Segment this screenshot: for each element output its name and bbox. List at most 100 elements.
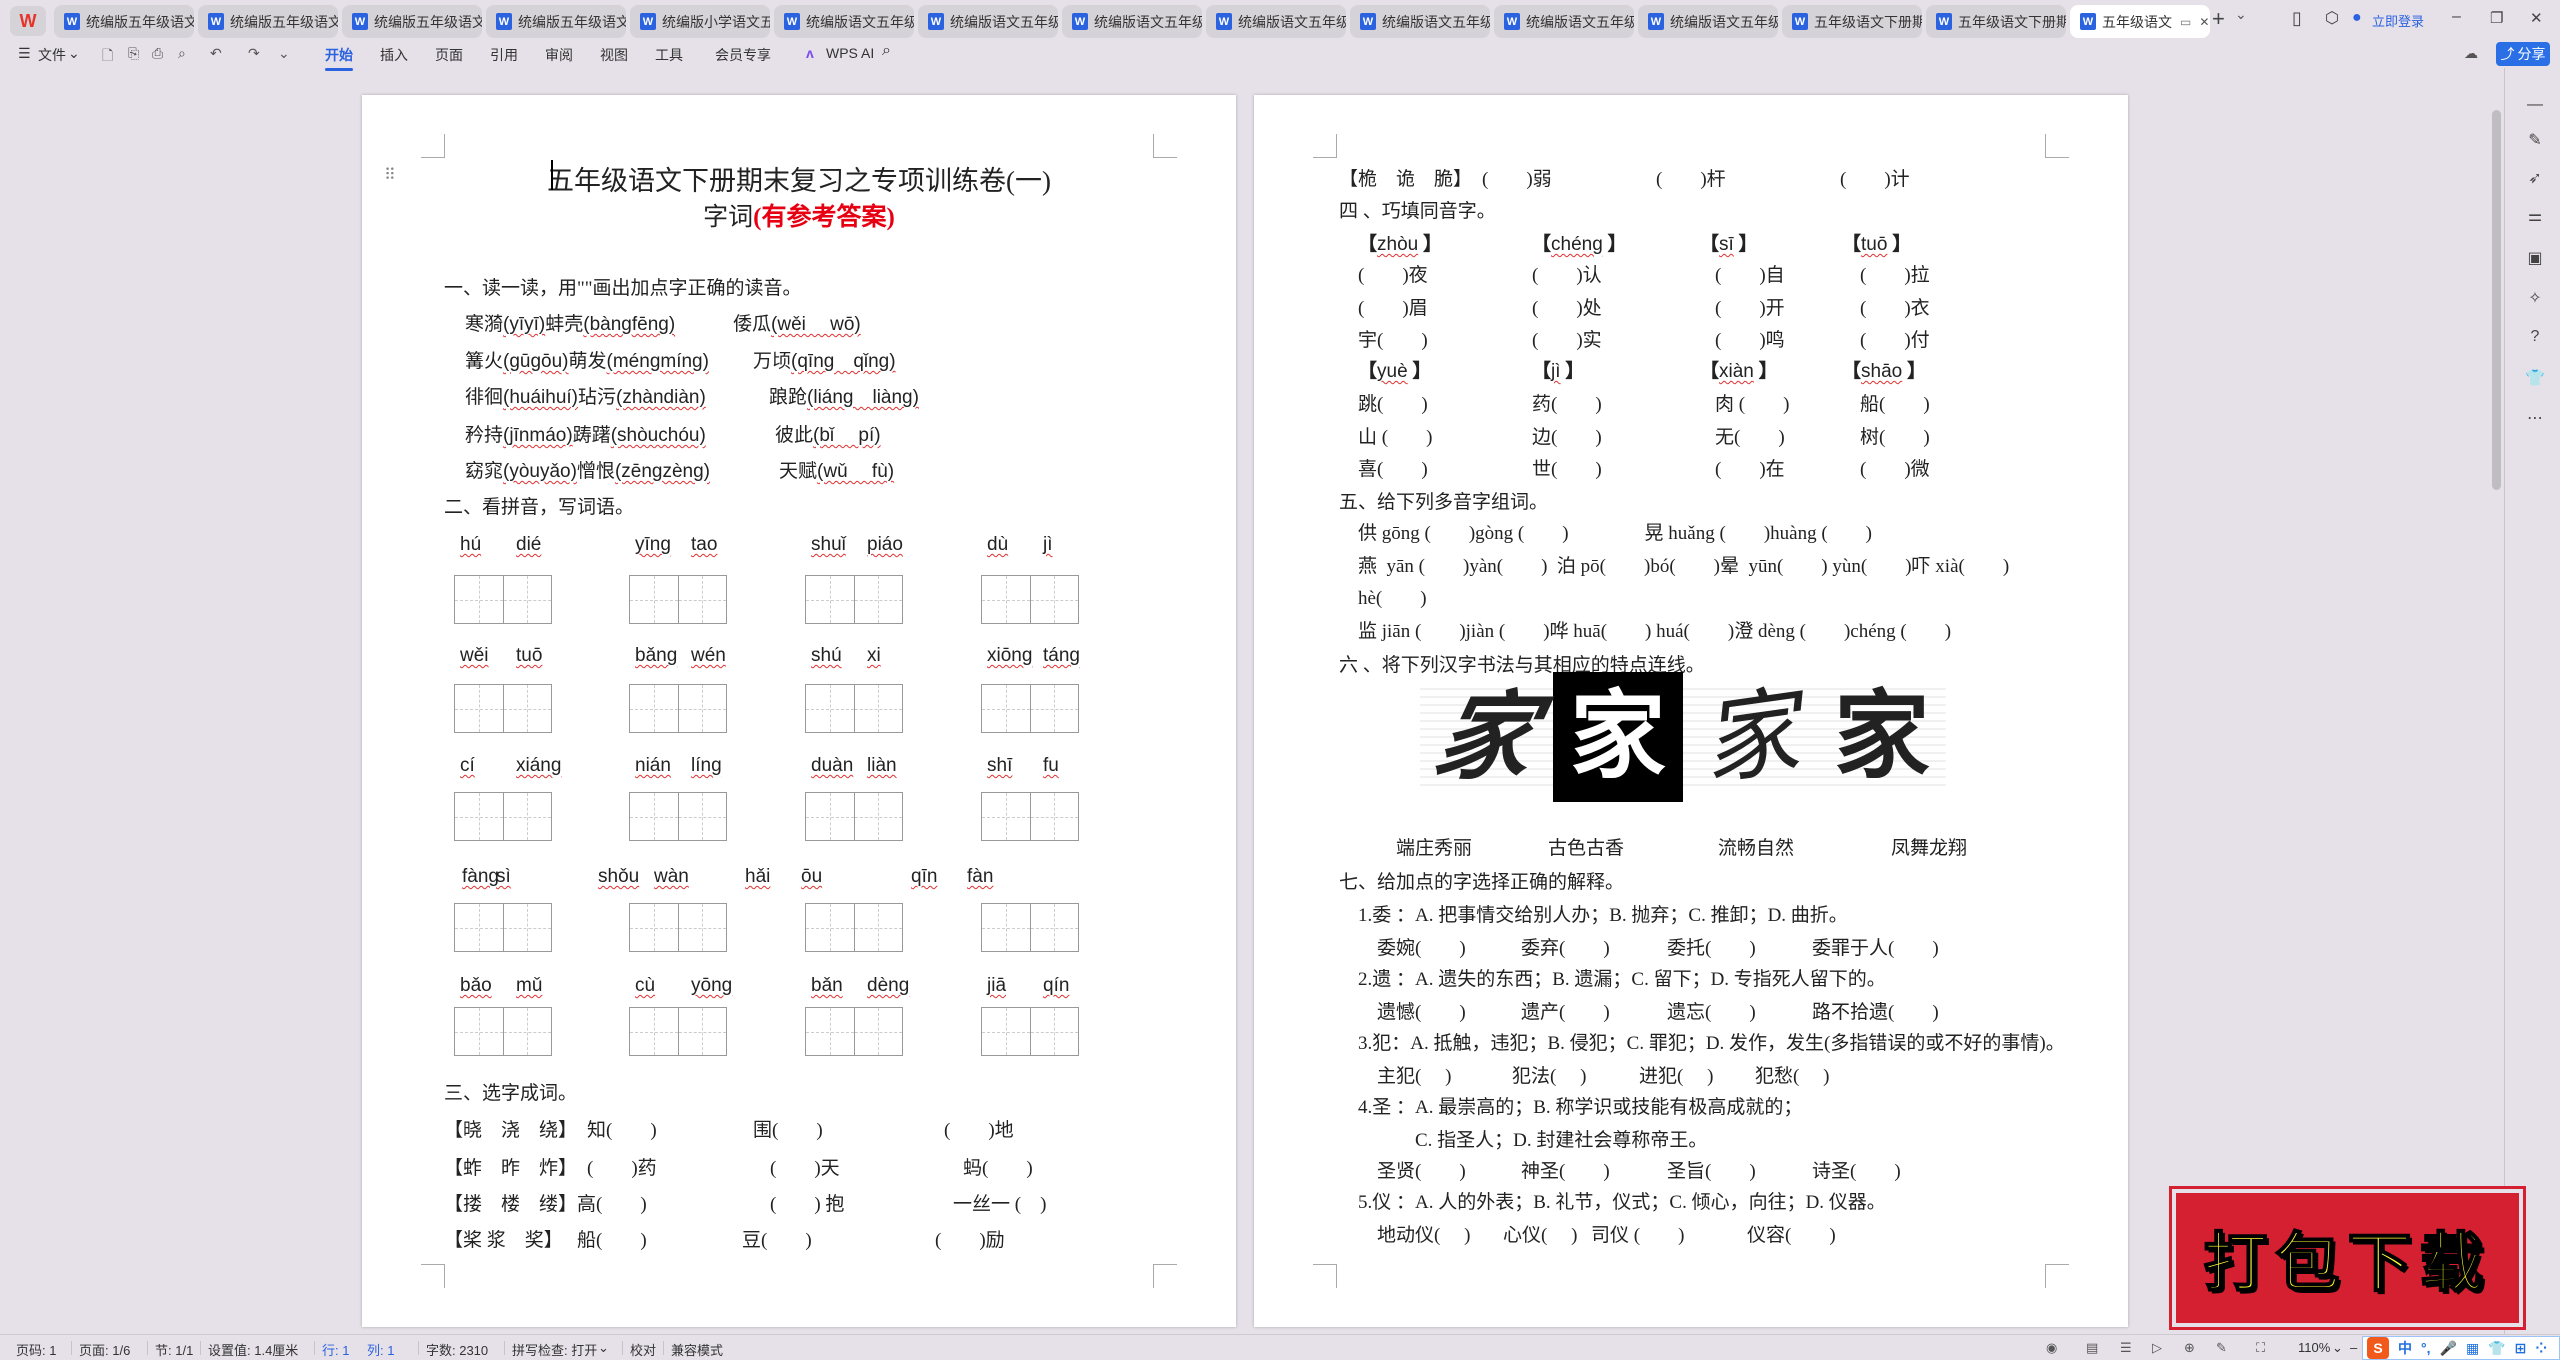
grid-cell[interactable] <box>678 904 727 951</box>
grid-cell[interactable] <box>854 576 903 623</box>
restore-button[interactable]: ❐ <box>2490 9 2503 27</box>
toolbox-icon[interactable]: ⊞ <box>2515 1340 2527 1357</box>
grid-cell[interactable] <box>854 904 903 951</box>
tab-document[interactable]: W 统编版语文五年级 <box>1494 5 1634 38</box>
grid-cell[interactable] <box>455 793 504 840</box>
web-icon[interactable]: ⊕ <box>2184 1340 2195 1356</box>
eye-icon[interactable]: ◉ <box>2046 1340 2057 1356</box>
share-button[interactable]: ⤴ 分享 <box>2496 42 2550 66</box>
tab-document[interactable]: W 统编版小学语文五 <box>630 5 770 38</box>
grid-cell[interactable] <box>630 685 679 732</box>
menu-tab[interactable]: 引用 <box>490 45 518 65</box>
punctuation-icon[interactable]: °, <box>2421 1340 2431 1356</box>
tab-document[interactable]: W 统编版语文五年级 <box>1206 5 1346 38</box>
tab-document[interactable]: W 五年级语文 ▭ ✕ <box>2070 5 2210 38</box>
login-link[interactable]: 立即登录 <box>2372 11 2424 30</box>
more-icon[interactable]: ⋯ <box>2525 408 2545 428</box>
writing-grid[interactable] <box>805 684 903 733</box>
grid-cell[interactable] <box>503 685 552 732</box>
grid-cell[interactable] <box>455 1008 504 1055</box>
tab-document[interactable]: W 五年级语文下册期 <box>1926 5 2066 38</box>
print-icon[interactable]: ⎙ <box>152 45 163 62</box>
grid-cell[interactable] <box>678 1008 727 1055</box>
grid-cell[interactable] <box>503 1008 552 1055</box>
writing-grid[interactable] <box>629 903 727 952</box>
tab-document[interactable]: W 统编版五年级语文 <box>342 5 482 38</box>
tab-document[interactable]: W 统编版五年级语文 <box>54 5 194 38</box>
microphone-icon[interactable]: 🎤 <box>2440 1340 2457 1357</box>
outline-icon[interactable]: ☰ <box>2120 1340 2132 1356</box>
zoom-level[interactable]: 110% <box>2298 1340 2330 1355</box>
undo-icon[interactable]: ↶ <box>210 45 222 62</box>
menu-tab[interactable]: 审阅 <box>545 45 573 65</box>
status-item[interactable]: 字数: 2310 <box>426 1340 488 1359</box>
writing-grid[interactable] <box>629 792 727 841</box>
writing-grid[interactable] <box>454 684 552 733</box>
writing-grid[interactable] <box>981 792 1079 841</box>
writing-grid[interactable] <box>981 684 1079 733</box>
tab-document[interactable]: W 统编版语文五年级 <box>918 5 1058 38</box>
grid-cell[interactable] <box>854 685 903 732</box>
menu-tab[interactable]: 会员专享 <box>715 45 771 65</box>
grid-cell[interactable] <box>982 576 1031 623</box>
grid-cell[interactable] <box>455 904 504 951</box>
menu-tab[interactable]: 开始 <box>325 45 353 71</box>
grid-cell[interactable] <box>982 904 1031 951</box>
print-preview-icon[interactable]: ⌕ <box>178 45 186 62</box>
tab-document[interactable]: W 统编版语文五年级 <box>1350 5 1490 38</box>
writing-grid[interactable] <box>454 903 552 952</box>
grid-cell[interactable] <box>982 793 1031 840</box>
wps-logo-icon[interactable]: W <box>10 6 46 36</box>
menu-tab[interactable]: 插入 <box>380 45 408 65</box>
new-doc-icon[interactable]: 🗋 <box>102 45 113 69</box>
writing-grid[interactable] <box>981 575 1079 624</box>
grid-cell[interactable] <box>503 793 552 840</box>
grid-cell[interactable] <box>1030 576 1079 623</box>
writing-grid[interactable] <box>629 575 727 624</box>
grid-cell[interactable] <box>806 793 855 840</box>
avatar-icon[interactable]: ● <box>2352 9 2362 27</box>
grid-cell[interactable] <box>982 685 1031 732</box>
pen-icon[interactable]: ✎ <box>2216 1340 2227 1356</box>
writing-grid[interactable] <box>805 903 903 952</box>
status-item[interactable]: 列: 1 <box>367 1340 394 1359</box>
grid-cell[interactable] <box>854 793 903 840</box>
sliders-icon[interactable]: ⚌ <box>2525 206 2545 226</box>
chevron-down-icon[interactable]: ⌄ <box>278 45 290 62</box>
writing-grid[interactable] <box>629 684 727 733</box>
grid-cell[interactable] <box>1030 904 1079 951</box>
writing-grid[interactable] <box>805 1007 903 1056</box>
grid-cell[interactable] <box>982 1008 1031 1055</box>
play-icon[interactable]: ▷ <box>2152 1340 2162 1356</box>
writing-grid[interactable] <box>981 1007 1079 1056</box>
grid-cell[interactable] <box>630 1008 679 1055</box>
new-tab-button[interactable]: + <box>2212 6 2225 32</box>
pointer-icon[interactable]: ➶ <box>2525 168 2545 188</box>
writing-grid[interactable] <box>629 1007 727 1056</box>
grid-cell[interactable] <box>806 685 855 732</box>
writing-grid[interactable] <box>454 792 552 841</box>
wps-ai-button[interactable]: WPS AI <box>826 45 874 61</box>
status-item[interactable]: 行: 1 <box>322 1340 349 1359</box>
close-icon[interactable]: ✕ <box>2199 15 2209 29</box>
grid-cell[interactable] <box>854 1008 903 1055</box>
document-page-1[interactable]: ⠿ 五年级语文下册期末复习之专项训练卷(一) 字词(有参考答案) 一、读一读，用""画… <box>362 95 1236 1327</box>
grid-cell[interactable] <box>1030 1008 1079 1055</box>
menu-tab[interactable]: 视图 <box>600 45 628 65</box>
help-icon[interactable]: ? <box>2525 328 2545 346</box>
grid-cell[interactable] <box>503 904 552 951</box>
tab-document[interactable]: W 统编版五年级语文 <box>198 5 338 38</box>
fit-icon[interactable]: ⛶ <box>2256 1340 2265 1356</box>
redo-icon[interactable]: ↷ <box>248 45 260 62</box>
grid-cell[interactable] <box>806 576 855 623</box>
writing-grid[interactable] <box>454 1007 552 1056</box>
menu-grid-icon[interactable]: ⁘ <box>2535 1340 2547 1357</box>
tab-document[interactable]: W 统编版五年级语文 <box>486 5 626 38</box>
menu-tab[interactable]: 工具 <box>655 45 683 65</box>
vertical-scrollbar[interactable] <box>2492 110 2501 490</box>
skin-icon[interactable]: 👕 <box>2488 1340 2505 1357</box>
grid-cell[interactable] <box>678 685 727 732</box>
document-page-2[interactable]: 【桅 诡 脆】( )弱( )杆( )计四 、巧填同音字。 【zhòu 】【chén… <box>1254 95 2128 1327</box>
grid-cell[interactable] <box>630 904 679 951</box>
status-item[interactable]: 校对 <box>630 1340 656 1359</box>
